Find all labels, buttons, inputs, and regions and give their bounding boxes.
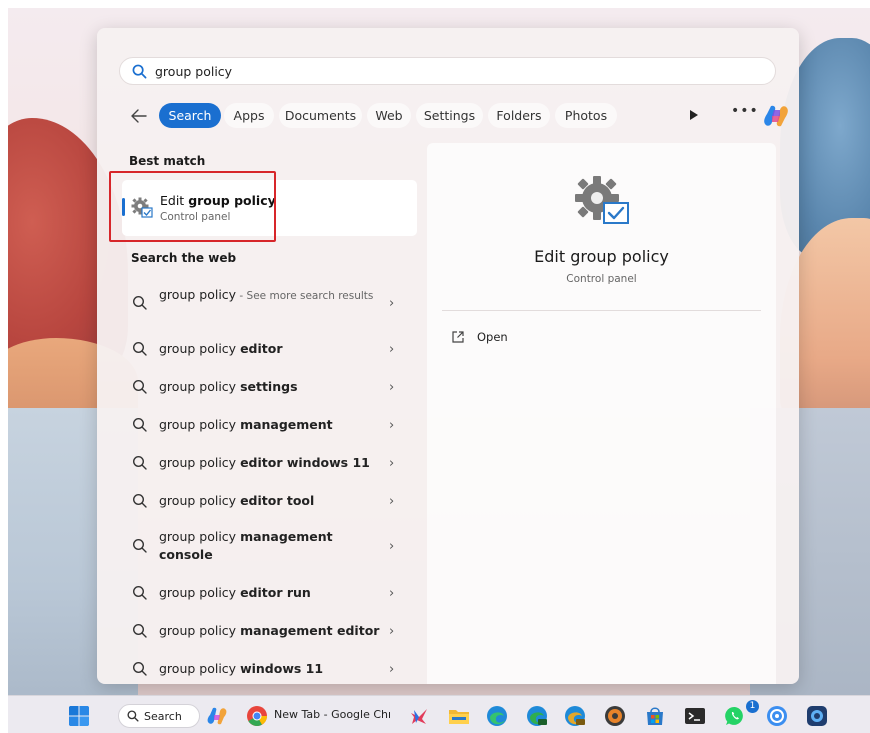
copilot-icon[interactable]: [762, 102, 790, 130]
search-icon: [132, 295, 147, 310]
taskbar-search-label: Search: [144, 709, 182, 723]
web-suggestion-text: group policy management: [159, 417, 333, 432]
search-icon: [132, 661, 147, 676]
tab-settings[interactable]: Settings: [416, 103, 483, 128]
terminal-icon[interactable]: [684, 705, 706, 727]
search-icon: [132, 455, 147, 470]
web-suggestion-item[interactable]: group policy management ›: [122, 406, 417, 444]
chevron-right-icon: ›: [389, 455, 395, 471]
more-options-icon[interactable]: •••: [731, 103, 759, 119]
search-icon: [132, 538, 147, 553]
web-suggestion-text: group policy editor tool: [159, 493, 315, 508]
chevron-right-icon: ›: [389, 538, 395, 554]
microsoft-store-icon[interactable]: [644, 705, 666, 727]
detail-subtitle: Control panel: [566, 273, 637, 285]
tab-documents[interactable]: Documents: [279, 103, 362, 128]
chevron-right-icon: ›: [389, 661, 395, 677]
tab-photos[interactable]: Photos: [555, 103, 617, 128]
copilot-icon[interactable]: [206, 705, 228, 727]
open-external-icon: [452, 331, 464, 343]
web-suggestion-item[interactable]: group policy editor ›: [122, 330, 417, 368]
tab-web[interactable]: Web: [367, 103, 411, 128]
chrome-icon[interactable]: [246, 705, 268, 727]
chevron-right-icon: ›: [389, 341, 395, 357]
search-icon: [132, 585, 147, 600]
web-suggestion-item[interactable]: group policy - See more search results ›: [122, 280, 417, 326]
web-suggestion-text: group policy management editor: [159, 623, 380, 638]
chevron-right-icon: ›: [389, 379, 395, 395]
search-box[interactable]: [119, 57, 776, 85]
web-suggestion-text: group policy windows 11: [159, 661, 324, 676]
pinned-app-dark-icon[interactable]: [806, 705, 828, 727]
tab-apps[interactable]: Apps: [224, 103, 274, 128]
tab-search[interactable]: Search: [159, 103, 221, 128]
search-icon: [132, 379, 147, 394]
web-suggestion-item[interactable]: group policy management editor ›: [122, 612, 417, 650]
chevron-right-icon: ›: [389, 417, 395, 433]
search-the-web-label: Search the web: [131, 251, 237, 265]
open-action[interactable]: Open: [451, 330, 508, 344]
search-icon: [132, 623, 147, 638]
search-input[interactable]: [155, 63, 715, 79]
web-suggestion-item[interactable]: group policy management console ›: [122, 520, 417, 572]
play-icon[interactable]: [690, 110, 698, 120]
detail-title: Edit group policy: [534, 247, 669, 266]
web-suggestion-text: group policy editor: [159, 341, 283, 356]
start-search-panel: Search Apps Documents Web Settings Folde…: [97, 28, 799, 684]
chevron-right-icon: ›: [389, 493, 395, 509]
web-suggestion-text: group policy settings: [159, 379, 298, 394]
web-suggestion-text: group policy editor run: [159, 585, 311, 600]
windows-start-icon[interactable]: [68, 705, 90, 727]
chevron-right-icon: ›: [389, 585, 395, 601]
pinned-app-icon[interactable]: [408, 705, 430, 727]
divider: [442, 310, 761, 311]
group-policy-gear-icon: [575, 176, 629, 224]
back-arrow-icon[interactable]: [127, 104, 151, 128]
file-explorer-icon[interactable]: [448, 705, 470, 727]
web-suggestion-item[interactable]: group policy editor tool ›: [122, 482, 417, 520]
web-suggestion-text: group policy management console: [159, 529, 333, 562]
web-suggestion-item[interactable]: group policy windows 11 ›: [122, 650, 417, 684]
chrome-window-title[interactable]: New Tab - Google Chrome: [274, 708, 390, 721]
web-suggestion-text: group policy editor windows 11: [159, 455, 370, 470]
best-match-label: Best match: [129, 154, 206, 168]
whatsapp-icon[interactable]: [724, 705, 746, 727]
search-icon: [127, 710, 139, 722]
edge-canary-icon[interactable]: [564, 705, 586, 727]
web-suggestion-item[interactable]: group policy settings ›: [122, 368, 417, 406]
chevron-right-icon: ›: [389, 295, 395, 311]
search-icon: [132, 417, 147, 432]
search-icon: [132, 341, 147, 356]
web-suggestion-item[interactable]: group policy editor windows 11 ›: [122, 444, 417, 482]
pinned-app-orange-icon[interactable]: [604, 705, 626, 727]
web-suggestion-item[interactable]: group policy editor run ›: [122, 574, 417, 612]
filter-bar: Search Apps Documents Web Settings Folde…: [119, 100, 788, 130]
search-icon: [132, 64, 147, 78]
red-highlight-box: [109, 171, 276, 242]
taskbar: Search New Tab - Google Chrome: [8, 695, 870, 733]
chevron-right-icon: ›: [389, 623, 395, 639]
web-suggestion-text: group policy - See more search results: [159, 287, 374, 302]
open-label: Open: [477, 330, 508, 344]
detail-pane: Edit group policy Control panel Open: [427, 143, 776, 684]
taskbar-search[interactable]: Search: [118, 704, 200, 728]
notification-badge: 1: [746, 700, 759, 713]
search-icon: [132, 493, 147, 508]
pinned-app-blue-icon[interactable]: [766, 705, 788, 727]
edge-dev-icon[interactable]: [526, 705, 548, 727]
edge-icon[interactable]: [486, 705, 508, 727]
tab-folders[interactable]: Folders: [488, 103, 550, 128]
